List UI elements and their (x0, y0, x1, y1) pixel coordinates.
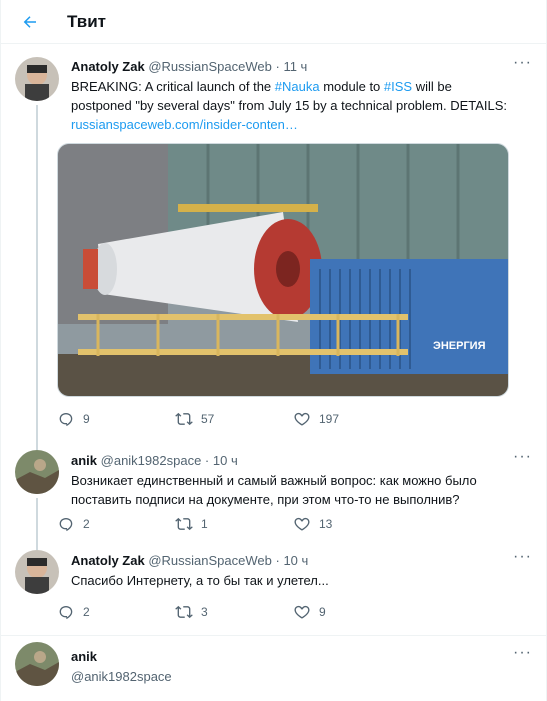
media-caption: ЭНЕРГИЯ (433, 340, 486, 352)
display-name[interactable]: anik (71, 649, 97, 664)
thread-line (36, 540, 38, 550)
retweet-count: 1 (201, 517, 208, 531)
tweet-meta: Anatoly Zak @RussianSpaceWeb · 10 ч (71, 552, 532, 569)
reply-icon (59, 413, 73, 427)
display-name[interactable]: Anatoly Zak (71, 59, 145, 74)
reply-tweet[interactable]: anik @anik1982space · 10 ч ··· Возникает… (1, 440, 546, 540)
tweet-meta: anik @anik1982space · 10 ч (71, 452, 532, 469)
like-icon (294, 605, 310, 619)
tweet-body: anik @anik1982space ··· (71, 644, 532, 685)
text-line: поставить подписи на документе, при этом… (71, 492, 460, 507)
tweet-actions: 9 57 197 (57, 410, 377, 430)
avatar[interactable] (15, 450, 59, 494)
like-button[interactable]: 13 (293, 515, 332, 533)
retweet-icon (175, 517, 193, 531)
like-button[interactable]: 9 (293, 603, 326, 621)
username[interactable]: @RussianSpaceWeb (148, 59, 272, 74)
tweet-text: Спасибо Интернету, а то бы так и улетел.… (71, 571, 532, 590)
username[interactable]: @anik1982space (101, 453, 202, 468)
avatar[interactable] (15, 550, 59, 594)
arrow-left-icon (23, 15, 36, 28)
retweet-icon (175, 605, 193, 619)
page-title: Твит (67, 11, 106, 31)
retweet-button[interactable]: 57 (175, 410, 214, 428)
retweet-button[interactable]: 1 (175, 515, 208, 533)
more-icon[interactable]: ··· (513, 644, 532, 662)
reply-button[interactable]: 2 (57, 603, 90, 621)
tweet-actions: 2 3 9 (57, 603, 377, 623)
thread-line (36, 105, 38, 440)
more-icon[interactable]: ··· (513, 448, 532, 466)
avatar[interactable] (15, 57, 59, 101)
tweet-meta: @anik1982space (71, 668, 532, 685)
like-icon (294, 412, 310, 426)
hashtag-iss[interactable]: #ISS (384, 79, 412, 94)
tweet-actions: 2 1 13 (57, 515, 377, 535)
article-link[interactable]: russianspaceweb.com/insider-conten… (71, 117, 298, 132)
tweet-page: Твит Anatoly Zak @RussianSpaceWeb · 11 ч… (0, 0, 547, 701)
reply-count: 2 (83, 517, 90, 531)
timestamp[interactable]: 10 ч (283, 553, 308, 568)
tweet-body: anik @anik1982space · 10 ч ··· Возникает… (71, 448, 532, 509)
like-count: 9 (319, 605, 326, 619)
header: Твит (1, 0, 546, 44)
avatar[interactable] (15, 642, 59, 686)
text-part: BREAKING: A critical launch of the (71, 79, 275, 94)
text-line: Спасибо Интернету, а то бы так и улетел.… (71, 573, 329, 588)
username[interactable]: @RussianSpaceWeb (148, 553, 272, 568)
separator: · (204, 453, 210, 468)
retweet-count: 57 (201, 412, 215, 426)
timestamp[interactable]: 11 ч (283, 59, 307, 74)
reply-tweet[interactable]: Anatoly Zak @RussianSpaceWeb · 10 ч ··· … (1, 540, 546, 636)
reply-count: 9 (83, 412, 90, 426)
retweet-count: 3 (201, 605, 208, 619)
reply-tweet[interactable]: anik @anik1982space ··· (1, 636, 546, 701)
text-part: will be (412, 79, 452, 94)
text-line: postponed "by several days" from July 15… (71, 98, 508, 113)
separator: · (275, 59, 280, 74)
reply-icon (59, 606, 73, 620)
back-button[interactable] (15, 7, 45, 37)
reply-count: 2 (83, 605, 90, 619)
thread-line (36, 440, 38, 450)
tweet-meta: anik (71, 648, 532, 665)
text-line: Возникает единственный и самый важный во… (71, 473, 477, 488)
like-button[interactable]: 197 (293, 410, 339, 428)
tweet-body: Anatoly Zak @RussianSpaceWeb · 10 ч ··· … (71, 548, 532, 590)
more-icon[interactable]: ··· (513, 548, 532, 566)
tweet-body: Anatoly Zak @RussianSpaceWeb · 11 ч ··· … (71, 54, 532, 134)
tweet-meta: Anatoly Zak @RussianSpaceWeb · 11 ч (71, 58, 532, 75)
separator: · (275, 553, 280, 568)
thread-line (36, 498, 38, 540)
text-part: module to (319, 79, 384, 94)
tweet-main[interactable]: Anatoly Zak @RussianSpaceWeb · 11 ч ··· … (1, 45, 546, 440)
like-icon (294, 517, 310, 531)
retweet-icon (175, 412, 193, 426)
timestamp[interactable]: 10 ч (213, 453, 238, 468)
tweet-text: Возникает единственный и самый важный во… (71, 471, 532, 509)
display-name[interactable]: anik (71, 453, 97, 468)
retweet-button[interactable]: 3 (175, 603, 208, 621)
reply-button[interactable]: 9 (57, 410, 90, 428)
like-count: 13 (319, 517, 333, 531)
like-count: 197 (319, 412, 340, 426)
tweet-image[interactable]: ЭНЕРГИЯ (57, 143, 509, 397)
tweet-text: BREAKING: A critical launch of the #Nauk… (71, 77, 532, 134)
reply-icon (59, 518, 73, 532)
display-name[interactable]: Anatoly Zak (71, 553, 145, 568)
hashtag-nauka[interactable]: #Nauka (275, 79, 320, 94)
username[interactable]: @anik1982space (71, 669, 172, 684)
more-icon[interactable]: ··· (513, 54, 532, 72)
reply-button[interactable]: 2 (57, 515, 90, 533)
